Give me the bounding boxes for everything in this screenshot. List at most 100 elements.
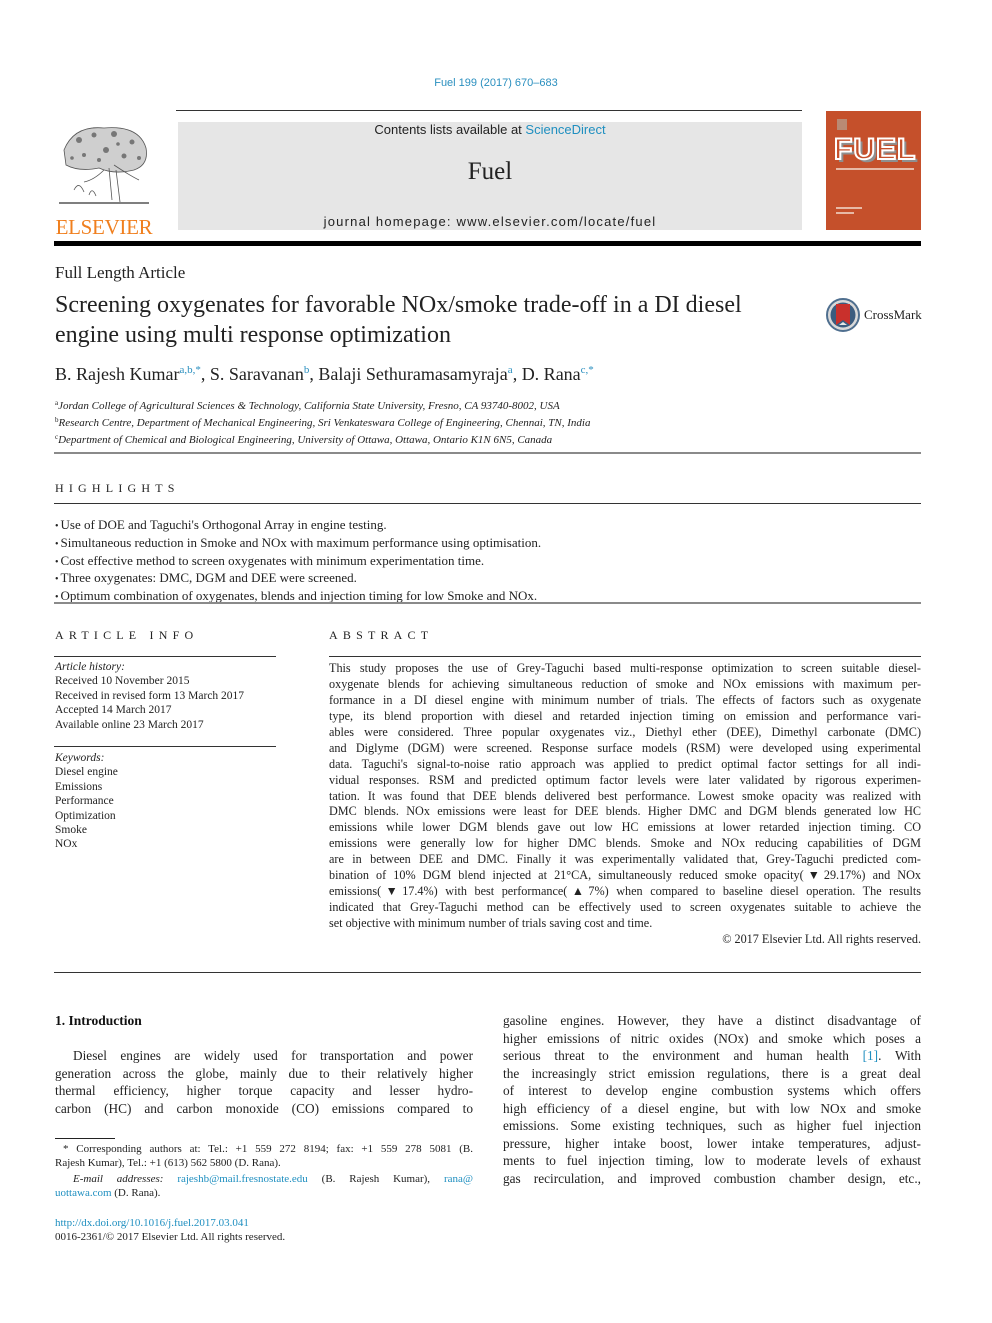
highlight-item: Simultaneous reduction in Smoke and NOx … [55,535,542,553]
highlight-item: Cost effective method to screen oxygenat… [55,553,541,571]
journal-homepage-link[interactable]: journal homepage: www.elsevier.com/locat… [178,214,802,229]
keyword: Optimization [55,809,116,822]
keyword: Diesel engine [55,766,118,779]
body-line: higher emissions of nitric oxides (NOx) … [503,1030,921,1046]
article-info-heading: ARTICLE INFO [55,628,199,642]
crossmark-button[interactable]: CrossMark [826,297,926,333]
author-list: B. Rajesh Kumara,b,*, S. Saravananb, Bal… [55,364,594,385]
abstract-line: emissions while lower DGM blends gave ou… [329,820,921,835]
body-line: serious threat to the environment and hu… [503,1047,921,1065]
abstract-heading: ABSTRACT [329,628,434,642]
article-title-line: engine using multi response optimization [55,322,451,348]
contents-prefix: Contents lists available at [374,122,526,137]
affiliation: aJordan College of Agricultural Sciences… [55,396,591,413]
abstract-line: type, its blend proportion with diesel a… [329,708,921,723]
body-line: the increasingly strict emission regulat… [503,1065,921,1081]
author-affiliation-marker[interactable]: c,* [581,364,594,376]
footnote-rule [55,1138,115,1139]
highlights-rule [54,503,921,504]
affiliations: aJordan College of Agricultural Sciences… [55,396,591,447]
sciencedirect-link[interactable]: ScienceDirect [525,122,605,137]
email-link[interactable]: rana@ [444,1173,473,1185]
abstract-line: tation. It was found that DEE blends del… [329,788,921,803]
email-link[interactable]: uottawa.com [55,1187,112,1199]
elsevier-tree-icon [59,127,149,204]
abstract-line: formance in a DI diesel engine with mini… [329,692,921,707]
keyword: NOx [55,838,78,851]
cover-subtitle [836,168,914,170]
crossmark-icon [826,298,860,332]
article-type: Full Length Article [55,263,186,282]
author-name[interactable]: S. Saravanan [210,364,304,384]
header-thick-rule [54,241,921,246]
issn-copyright: 0016-2361/© 2017 Elsevier Ltd. All right… [55,1231,286,1244]
body-line: gasoline engines. However, they have a d… [503,1013,921,1028]
abstract-line: emissions were generally low for higher … [329,836,921,851]
contents-line: Contents lists available at ScienceDirec… [178,122,802,137]
abstract-line: data. Taguchi's signal-to-noise ratio ap… [329,756,921,771]
elsevier-wordmark: ELSEVIER [55,215,153,239]
crossmark-label: CrossMark [864,307,922,322]
corresponding-author-note: Rajesh Kumar), Tel.: +1 (613) 562 5800 (… [55,1157,281,1170]
corresponding-author-note: * Corresponding authors at: Tel.: +1 559… [63,1143,473,1155]
email-note: uottawa.com (D. Rana). [55,1186,473,1200]
journal-masthead: Contents lists available at ScienceDirec… [178,122,802,230]
abstract-line: bination of 10% DGM blend injected at 21… [329,868,921,883]
abstract-line: DMC blends. NOx emissions were least for… [329,804,921,819]
history-entry: Accepted 14 March 2017 [55,704,172,717]
email-link[interactable]: rajeshb@mail.fresnostate.edu [177,1173,307,1185]
affiliation-text: Jordan College of Agricultural Sciences … [58,400,560,412]
author-name[interactable]: Balaji Sethuramasamyraja [318,364,507,384]
history-entry: Received 10 November 2015 [55,675,190,688]
cover-footer-line [836,212,854,214]
body-line: generation across the globe, mainly due … [55,1065,473,1081]
section-rule [54,972,921,973]
keywords-label: Keywords: [55,752,105,764]
email-owner: (B. Rajesh Kumar), [307,1172,444,1185]
body-text: . With [878,1048,921,1063]
body-line: carbon (HC) and carbon monoxide (CO) emi… [55,1100,473,1116]
footnotes: * Corresponding authors at: Tel.: +1 559… [55,1142,473,1201]
body-line: emissions. Some existing techniques, suc… [503,1118,921,1133]
author-separator: , [309,364,319,384]
author-name[interactable]: D. Rana [522,364,581,384]
keyword: Emissions [55,780,103,793]
abstract-line: oxygenate blends for achieving simultane… [329,676,921,691]
article-title-line: Screening oxygenates for favorable NOx/s… [55,292,742,318]
cover-title: FUEL [833,132,917,167]
body-line: Diesel engines are widely used for trans… [73,1048,473,1063]
author-name[interactable]: B. Rajesh Kumar [55,364,179,384]
doi-link[interactable]: http://dx.doi.org/10.1016/j.fuel.2017.03… [55,1216,285,1230]
author-affiliation-marker[interactable]: a,b,* [179,364,200,376]
author-separator: , [200,364,210,384]
article-history: Article history: Received 10 November 20… [55,660,276,732]
journal-title: Fuel [467,158,513,185]
affiliation: cDepartment of Chemical and Biological E… [55,430,591,447]
affiliation: bResearch Centre, Department of Mechanic… [55,413,591,430]
introduction-right-column: gasoline engines. However, they have a d… [503,1012,921,1187]
introduction-left-column: Diesel engines are widely used for trans… [55,1047,473,1117]
abstract-line: emissions(▼17.4%) with best performance(… [329,884,921,899]
body-line: thermal efficiency, higher torque capaci… [55,1083,473,1098]
email-label: E-mail addresses: [73,1172,164,1185]
keywords-rule [54,746,276,747]
email-note: E-mail addresses: rajeshb@mail.fresnosta… [55,1172,473,1186]
affiliation-text: Research Centre, Department of Mechanica… [58,417,591,429]
citation-link[interactable]: [1] [863,1048,879,1063]
abstract-line: This study proposes the use of Grey-Tagu… [329,661,921,675]
elsevier-logo[interactable]: ELSEVIER [54,120,154,239]
abstract-line: indicated that Grey-Taguchi method can b… [329,900,921,915]
section-rule [54,452,921,454]
article-title: Screening oxygenates for favorable NOx/s… [55,290,815,350]
doi-block: http://dx.doi.org/10.1016/j.fuel.2017.03… [55,1216,285,1245]
highlights-heading: HIGHLIGHTS [55,481,180,495]
journal-reference-link[interactable]: Fuel 199 (2017) 670–683 [0,77,992,89]
email-owner: (D. Rana). [111,1187,161,1200]
body-line: pressure, higher intake boost, lower int… [503,1135,921,1151]
article-history-label: Article history: [55,661,125,673]
body-text: serious threat to the environment and hu… [503,1048,863,1063]
header-rule [176,110,802,111]
keyword: Performance [55,795,114,808]
abstract-line: ables were considered. Three popular oxy… [329,724,921,739]
journal-cover-image[interactable]: FUEL [826,111,921,230]
